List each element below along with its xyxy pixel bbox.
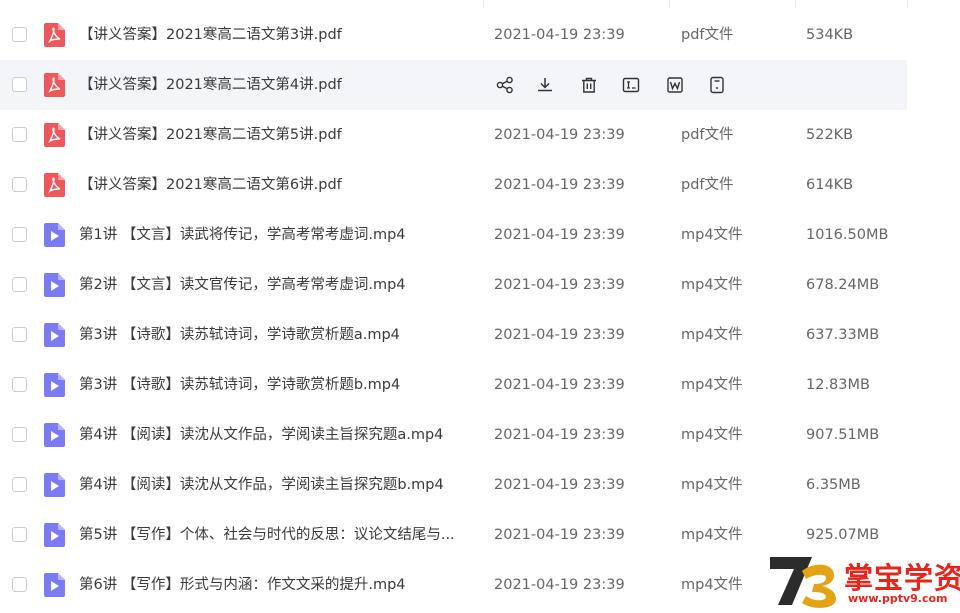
file-type: mp4文件 xyxy=(681,527,743,543)
file-type: pdf文件 xyxy=(681,177,734,193)
modified-date: 2021-04-19 23:39 xyxy=(494,427,625,443)
file-type: mp4文件 xyxy=(681,577,743,593)
file-size: 907.51MB xyxy=(806,427,880,443)
modified-date: 2021-04-19 23:39 xyxy=(494,577,625,593)
column-divider[interactable] xyxy=(907,0,908,8)
mp4-file-icon xyxy=(44,523,65,547)
modified-date: 2021-04-19 23:39 xyxy=(494,127,625,143)
pdf-file-icon xyxy=(44,123,65,147)
watermark: 掌宝学资网 www.pptv9.com xyxy=(768,553,960,609)
pptv9-logo-icon xyxy=(770,557,836,608)
modified-date: 2021-04-19 23:39 xyxy=(494,177,625,193)
file-type: mp4文件 xyxy=(681,427,743,443)
rename-icon[interactable] xyxy=(620,74,642,96)
modified-date: 2021-04-19 23:39 xyxy=(494,227,625,243)
mp4-file-icon xyxy=(44,473,65,497)
file-size: 614KB xyxy=(806,177,854,193)
file-row[interactable]: 第3讲 【诗歌】读苏轼诗词，学诗歌赏析题b.mp4 2021-04-19 23:… xyxy=(0,360,907,410)
row-checkbox[interactable] xyxy=(12,377,27,392)
pdf-file-icon xyxy=(44,173,65,197)
file-name[interactable]: 第4讲 【阅读】读沈从文作品，学阅读主旨探究题a.mp4 xyxy=(79,410,443,460)
mp4-file-icon xyxy=(44,223,65,247)
mp4-file-icon xyxy=(44,423,65,447)
row-checkbox[interactable] xyxy=(12,127,27,142)
column-divider[interactable] xyxy=(669,0,670,8)
mp4-file-icon xyxy=(44,273,65,297)
file-info-icon[interactable] xyxy=(706,74,728,96)
file-row[interactable]: 第4讲 【阅读】读沈从文作品，学阅读主旨探究题a.mp4 2021-04-19 … xyxy=(0,410,907,460)
pdf-file-icon xyxy=(44,23,65,47)
row-checkbox[interactable] xyxy=(12,77,27,92)
file-type: mp4文件 xyxy=(681,277,743,293)
file-size: 678.24MB xyxy=(806,277,880,293)
file-name[interactable]: 第6讲 【写作】形式与内涵：作文文采的提升.mp4 xyxy=(79,560,406,610)
file-row[interactable]: 【讲义答案】2021寒高二语文第5讲.pdf 2021-04-19 23:39 … xyxy=(0,110,907,160)
file-type: pdf文件 xyxy=(681,127,734,143)
column-divider[interactable] xyxy=(483,0,484,8)
file-type: mp4文件 xyxy=(681,477,743,493)
pdf-file-icon xyxy=(44,73,65,97)
row-checkbox[interactable] xyxy=(12,177,27,192)
row-checkbox[interactable] xyxy=(12,527,27,542)
share-icon[interactable] xyxy=(494,74,516,96)
file-row[interactable]: 第3讲 【诗歌】读苏轼诗词，学诗歌赏析题a.mp4 2021-04-19 23:… xyxy=(0,310,907,360)
modified-date: 2021-04-19 23:39 xyxy=(494,27,625,43)
word-icon[interactable] xyxy=(664,74,686,96)
file-name[interactable]: 第1讲 【文言】读武将传记，学高考常考虚词.mp4 xyxy=(79,210,406,260)
file-row[interactable]: 【讲义答案】2021寒高二语文第4讲.pdf xyxy=(0,60,907,110)
download-icon[interactable] xyxy=(534,74,556,96)
file-type: mp4文件 xyxy=(681,227,743,243)
delete-icon[interactable] xyxy=(578,74,600,96)
column-divider[interactable] xyxy=(795,0,796,8)
file-name[interactable]: 【讲义答案】2021寒高二语文第3讲.pdf xyxy=(79,10,342,60)
row-checkbox[interactable] xyxy=(12,327,27,342)
column-header-strip xyxy=(0,0,960,8)
file-name[interactable]: 第2讲 【文言】读文官传记，学高考常考虚词.mp4 xyxy=(79,260,406,310)
file-name[interactable]: 【讲义答案】2021寒高二语文第6讲.pdf xyxy=(79,160,342,210)
file-type: mp4文件 xyxy=(681,377,743,393)
mp4-file-icon xyxy=(44,373,65,397)
file-size: 522KB xyxy=(806,127,854,143)
file-name[interactable]: 第4讲 【阅读】读沈从文作品，学阅读主旨探究题b.mp4 xyxy=(79,460,444,510)
file-size: 534KB xyxy=(806,27,854,43)
file-size: 1016.50MB xyxy=(806,227,889,243)
modified-date: 2021-04-19 23:39 xyxy=(494,277,625,293)
file-type: mp4文件 xyxy=(681,327,743,343)
row-checkbox[interactable] xyxy=(12,227,27,242)
modified-date: 2021-04-19 23:39 xyxy=(494,327,625,343)
row-checkbox[interactable] xyxy=(12,427,27,442)
watermark-title: 掌宝学资网 xyxy=(844,561,960,595)
file-row[interactable]: 第2讲 【文言】读文官传记，学高考常考虚词.mp4 2021-04-19 23:… xyxy=(0,260,907,310)
file-size: 12.83MB xyxy=(806,377,870,393)
file-row[interactable]: 【讲义答案】2021寒高二语文第3讲.pdf 2021-04-19 23:39 … xyxy=(0,10,907,60)
modified-date: 2021-04-19 23:39 xyxy=(494,377,625,393)
file-name[interactable]: 第3讲 【诗歌】读苏轼诗词，学诗歌赏析题b.mp4 xyxy=(79,360,400,410)
file-type: pdf文件 xyxy=(681,27,734,43)
mp4-file-icon xyxy=(44,573,65,597)
file-name[interactable]: 第5讲 【写作】个体、社会与时代的反思：议论文结尾与... xyxy=(79,510,455,560)
file-row[interactable]: 第1讲 【文言】读武将传记，学高考常考虚词.mp4 2021-04-19 23:… xyxy=(0,210,907,260)
modified-date: 2021-04-19 23:39 xyxy=(494,527,625,543)
file-row[interactable]: 第4讲 【阅读】读沈从文作品，学阅读主旨探究题b.mp4 2021-04-19 … xyxy=(0,460,907,510)
file-size: 637.33MB xyxy=(806,327,880,343)
modified-date: 2021-04-19 23:39 xyxy=(494,477,625,493)
file-name[interactable]: 【讲义答案】2021寒高二语文第4讲.pdf xyxy=(79,60,342,110)
watermark-url: www.pptv9.com xyxy=(848,592,948,605)
file-name[interactable]: 第3讲 【诗歌】读苏轼诗词，学诗歌赏析题a.mp4 xyxy=(79,310,400,360)
file-name[interactable]: 【讲义答案】2021寒高二语文第5讲.pdf xyxy=(79,110,342,160)
mp4-file-icon xyxy=(44,323,65,347)
row-checkbox[interactable] xyxy=(12,577,27,592)
row-checkbox[interactable] xyxy=(12,277,27,292)
row-checkbox[interactable] xyxy=(12,27,27,42)
file-size: 6.35MB xyxy=(806,477,861,493)
row-checkbox[interactable] xyxy=(12,477,27,492)
file-row[interactable]: 【讲义答案】2021寒高二语文第6讲.pdf 2021-04-19 23:39 … xyxy=(0,160,907,210)
